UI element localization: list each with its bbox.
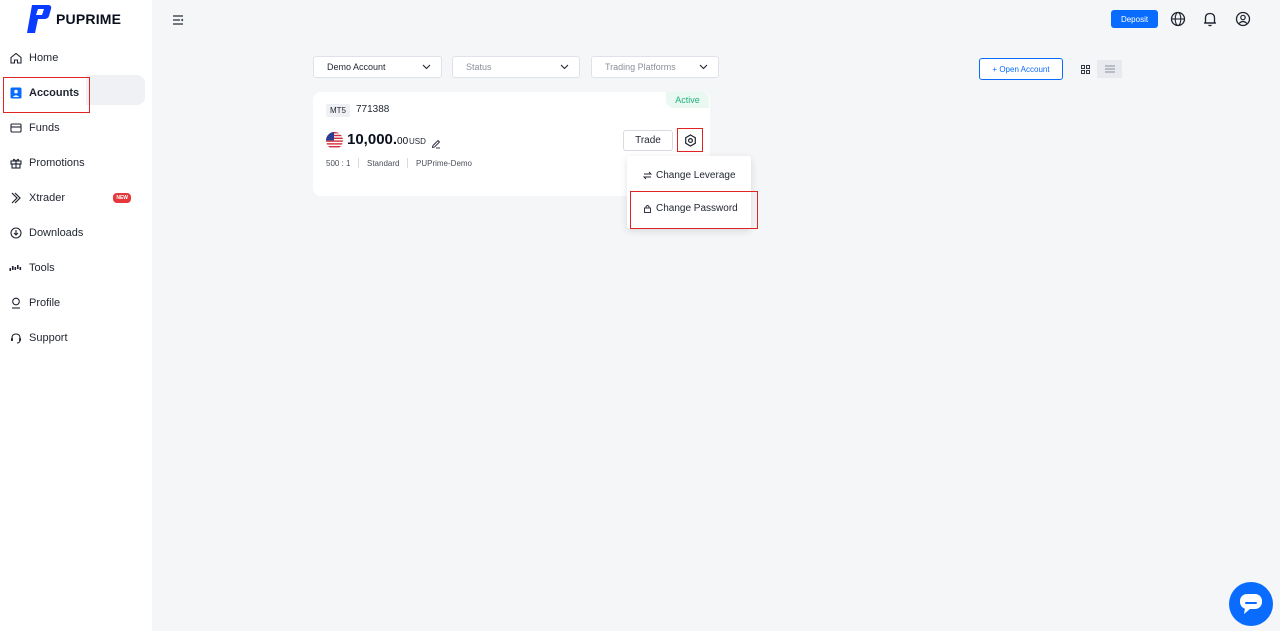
- account-type-select[interactable]: Demo Account: [313, 56, 442, 78]
- sidebar-item-support[interactable]: Support: [0, 320, 152, 355]
- sidebar-item-label: Profile: [29, 296, 61, 309]
- sidebar-item-label: Downloads: [29, 226, 84, 239]
- user-account-icon[interactable]: [1235, 11, 1251, 27]
- currency-label: USD: [409, 137, 426, 146]
- swap-icon: [643, 171, 652, 180]
- chevron-down-icon: [422, 64, 431, 70]
- sidebar-item-label: Funds: [29, 121, 60, 134]
- sidebar-item-label: Tools: [29, 261, 55, 274]
- download-icon: [9, 226, 22, 239]
- trading-platforms-select[interactable]: Trading Platforms: [591, 56, 719, 78]
- chat-button[interactable]: [1229, 582, 1273, 626]
- sidebar-item-label: Promotions: [29, 156, 85, 169]
- sidebar-item-label: Xtrader: [29, 191, 66, 204]
- meta-divider: [358, 158, 359, 168]
- sidebar-item-home[interactable]: Home: [0, 40, 152, 75]
- trade-button[interactable]: Trade: [623, 130, 673, 151]
- sidebar-item-tools[interactable]: Tools: [0, 250, 152, 285]
- balance-decimal: 00: [397, 136, 409, 147]
- account-number: 771388: [356, 104, 390, 115]
- home-icon: [9, 51, 22, 64]
- settings-button[interactable]: [677, 128, 703, 152]
- list-view-icon[interactable]: [1097, 60, 1122, 78]
- platforms-placeholder: Trading Platforms: [605, 62, 676, 72]
- change-leverage-label: Change Leverage: [656, 170, 736, 181]
- open-account-button[interactable]: + Open Account: [979, 58, 1063, 80]
- logo[interactable]: PUPRIME: [26, 5, 121, 33]
- status-select[interactable]: Status: [452, 56, 580, 78]
- puprime-logo-icon: [27, 5, 52, 33]
- brand-name: PUPRIME: [56, 11, 122, 27]
- edit-icon[interactable]: [431, 136, 441, 149]
- us-flag-icon: [326, 132, 343, 149]
- funds-icon: [9, 121, 22, 134]
- tools-icon: [9, 261, 22, 274]
- chevron-down-icon: [560, 64, 569, 70]
- balance-integer: 10,000.: [347, 131, 398, 148]
- status-placeholder: Status: [466, 62, 492, 72]
- balance-amount: 10,000.00: [347, 131, 408, 148]
- sidebar-item-xtrader[interactable]: Xtrader NEW: [0, 180, 152, 215]
- sidebar-item-label: Support: [29, 331, 68, 344]
- sidebar-item-label: Accounts: [29, 86, 80, 99]
- sidebar-item-promotions[interactable]: Promotions: [0, 145, 152, 180]
- globe-icon[interactable]: [1170, 11, 1186, 27]
- profile-icon: [9, 296, 22, 309]
- server-value: PUPrime-Demo: [416, 159, 473, 168]
- headset-icon: [9, 331, 22, 344]
- gift-icon: [9, 156, 22, 169]
- sidebar-item-funds[interactable]: Funds: [0, 110, 152, 145]
- sidebar-item-label: Home: [29, 51, 59, 64]
- xtrader-icon: [9, 191, 22, 204]
- sidebar-item-profile[interactable]: Profile: [0, 285, 152, 320]
- chat-bubble-icon: [1240, 594, 1262, 614]
- change-leverage-item[interactable]: Change Leverage: [643, 170, 736, 181]
- bell-icon[interactable]: [1202, 11, 1218, 27]
- accounts-icon: [9, 86, 22, 99]
- account-type-value: Standard: [367, 159, 400, 168]
- chevron-down-icon: [699, 64, 708, 70]
- deposit-button[interactable]: Deposit: [1111, 10, 1158, 28]
- highlight-change-password: [630, 191, 758, 229]
- sidebar-item-downloads[interactable]: Downloads: [0, 215, 152, 250]
- status-badge: Active: [666, 92, 709, 108]
- grid-view-icon[interactable]: [1076, 60, 1094, 78]
- gear-icon: [684, 133, 696, 147]
- menu-toggle-icon[interactable]: [172, 13, 184, 25]
- new-badge: NEW: [113, 192, 131, 203]
- leverage-value: 500 : 1: [326, 159, 351, 168]
- meta-divider: [407, 158, 408, 168]
- platform-tag: MT5: [326, 104, 350, 117]
- account-type-value: Demo Account: [327, 62, 386, 72]
